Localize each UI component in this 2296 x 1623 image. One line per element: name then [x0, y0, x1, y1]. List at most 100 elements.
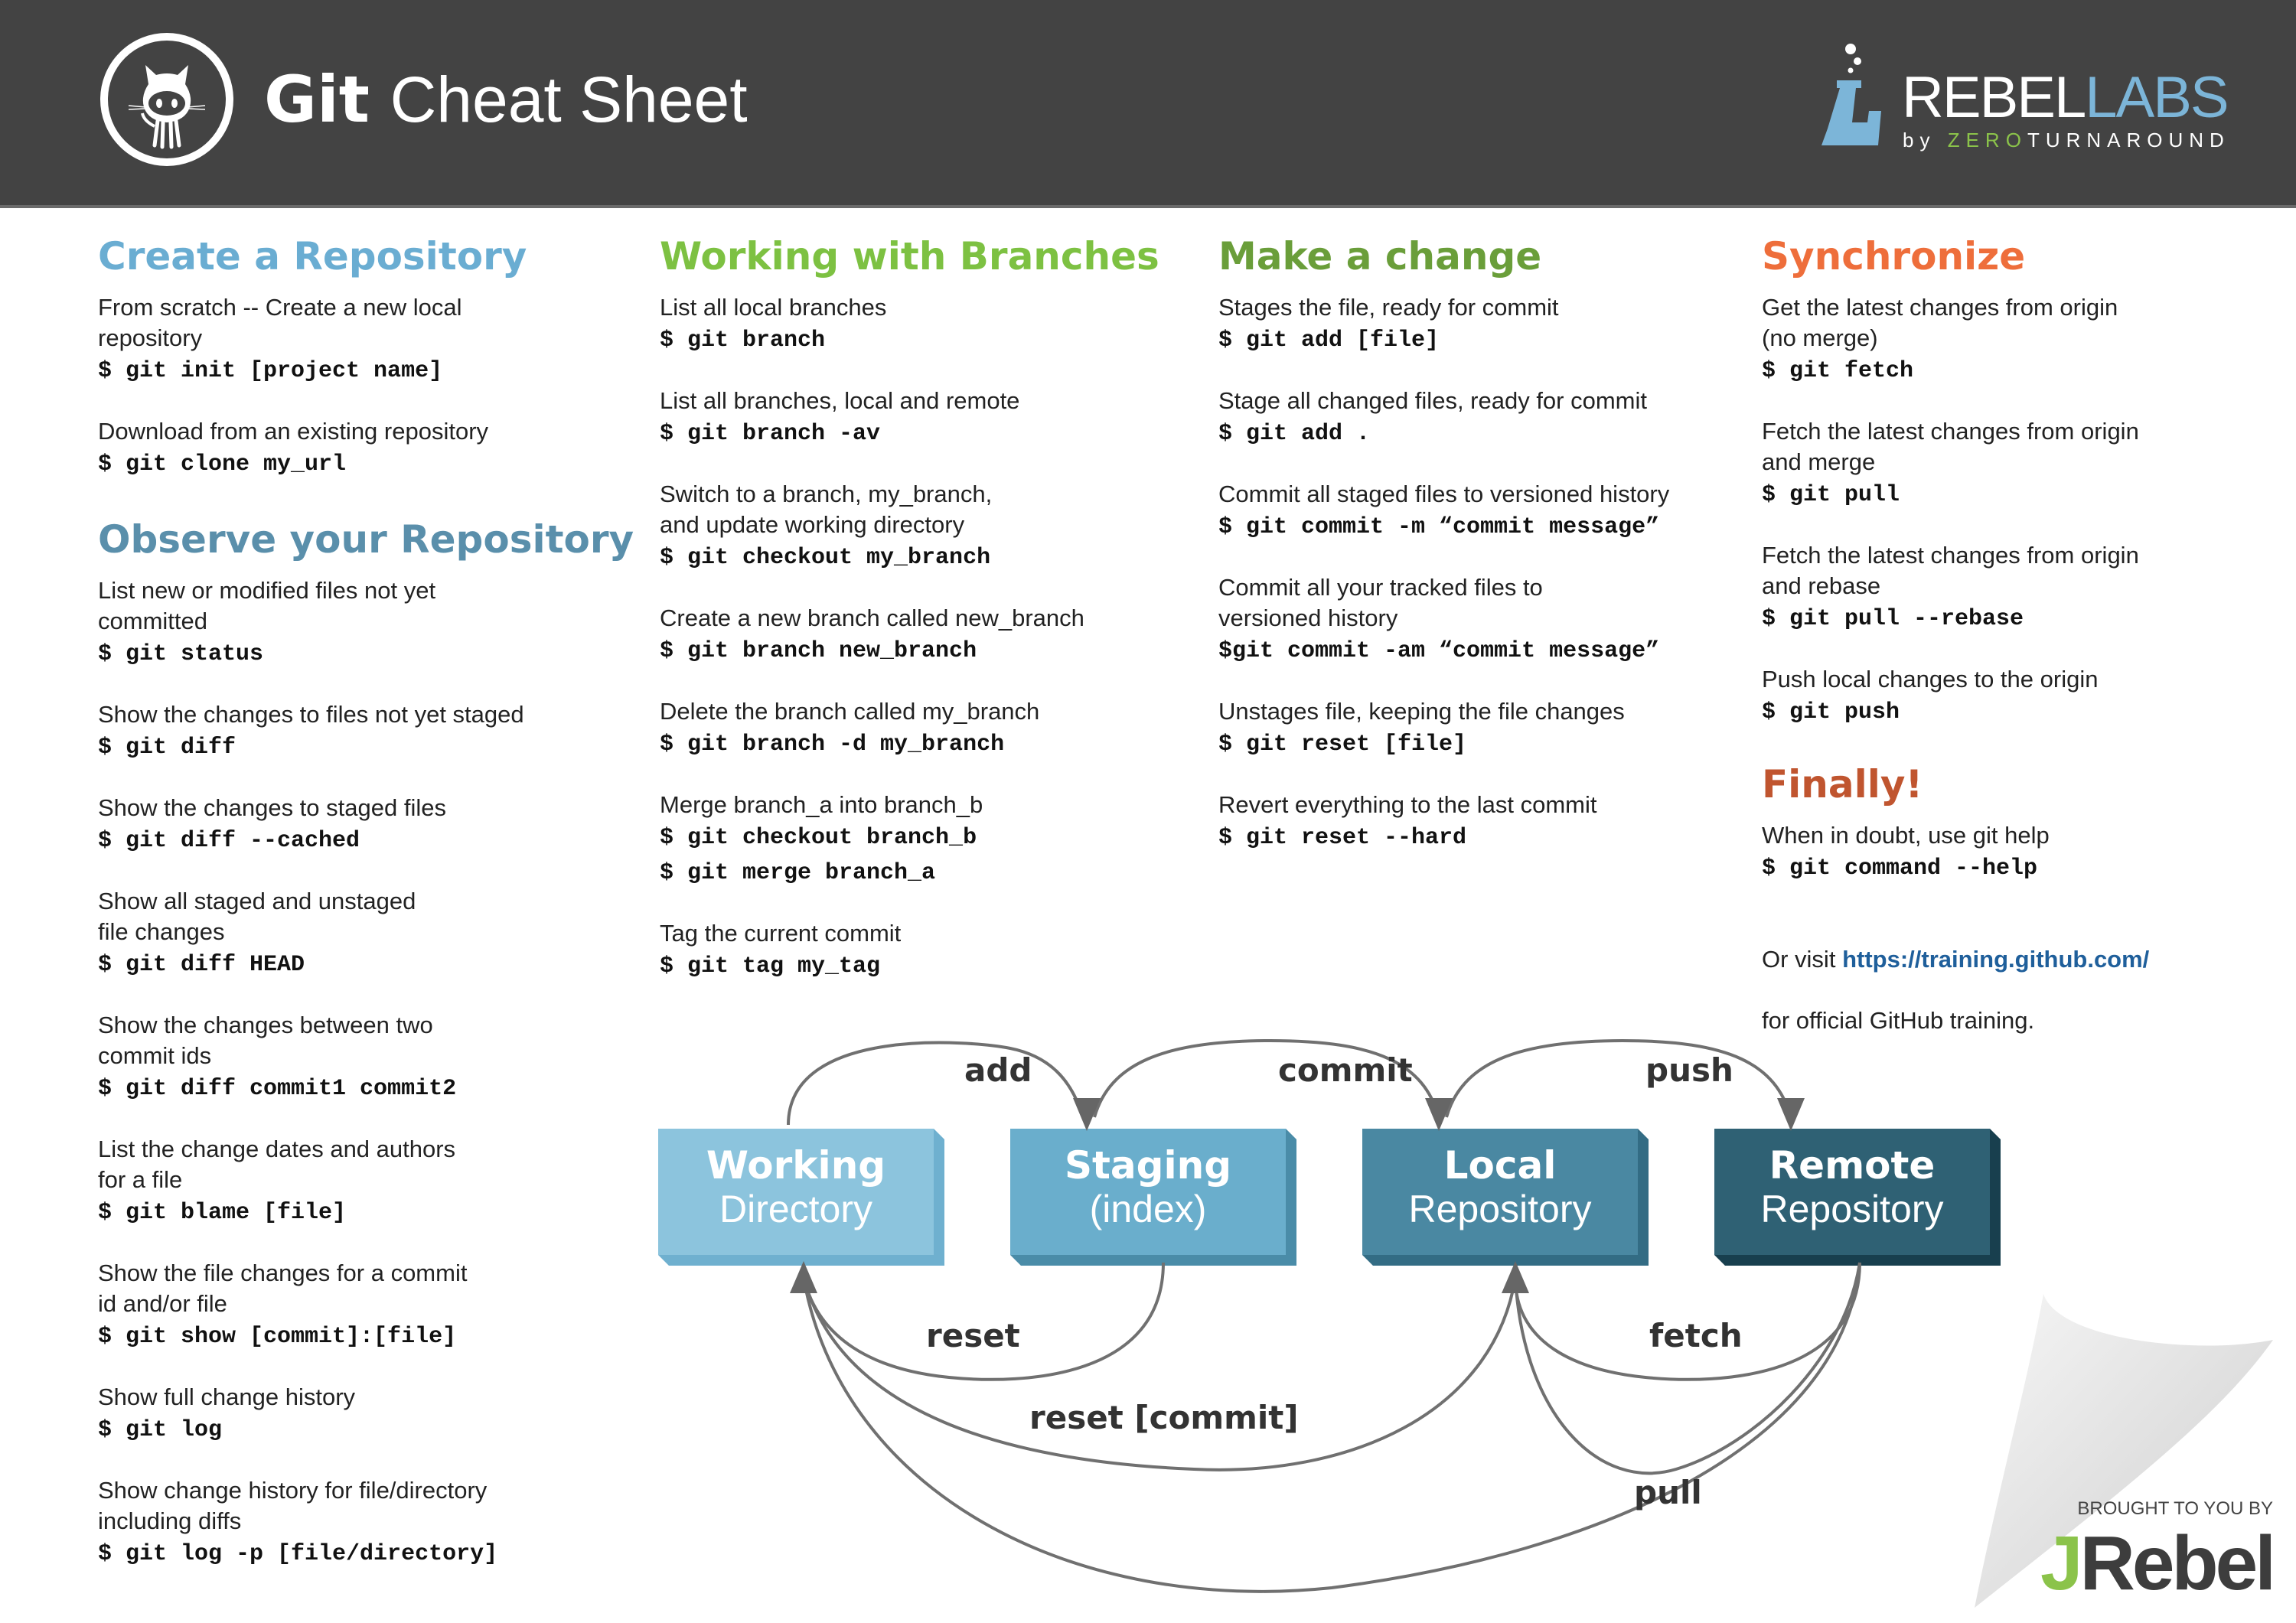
entry-command: $ git fetch	[1762, 358, 1914, 384]
box-working-directory: WorkingDirectory	[658, 1129, 944, 1266]
arrow-reset-commit	[802, 1277, 1517, 1471]
box-label-light: (index)	[1090, 1188, 1207, 1230]
entry-description: Show full change history	[98, 1383, 356, 1410]
entry-description: Unstages file, keeping the file changes	[1218, 698, 1625, 725]
box-local-repository: LocalRepository	[1362, 1129, 1649, 1266]
entry-command: $ git clone my_url	[98, 451, 347, 477]
entry-command: $ git reset [file]	[1218, 732, 1467, 758]
section-observe: Observe your Repository List new or modi…	[98, 513, 634, 1572]
entry-command: $ git log	[98, 1417, 223, 1443]
training-link[interactable]: https://training.github.com/	[1842, 946, 2149, 973]
section-title-branches: Working with Branches	[660, 234, 1159, 279]
entry-command: $ git branch -av	[660, 421, 881, 447]
entry: Fetch the latest changes from origin and…	[1762, 540, 2290, 637]
entry-description: Show the changes to staged files	[98, 794, 446, 821]
entry-command: $ git tag my_tag	[660, 953, 881, 979]
arrow-label-fetch: fetch	[1649, 1317, 1743, 1354]
section-title-change: Make a change	[1218, 234, 1542, 279]
entry: Show the changes between two commit ids $…	[98, 1010, 618, 1106]
entry-command: $git commit -am “commit message”	[1218, 638, 1660, 664]
entry-command: $ git merge branch_a	[660, 860, 936, 886]
arrow-add	[787, 1041, 1084, 1126]
brought-to-you-by: BROUGHT TO YOU BY	[2077, 1498, 2273, 1519]
column-3: Make a change Stages the file, ready for…	[1218, 230, 1754, 883]
entry-description: Fetch the latest changes from origin and…	[1762, 542, 2139, 599]
entry-command: $ git branch	[660, 328, 826, 354]
entry-command: $ git checkout my_branch	[660, 545, 991, 571]
entry: When in doubt, use git help $ git comman…	[1762, 820, 2290, 886]
entry-command: $ git diff commit1 commit2	[98, 1076, 457, 1102]
entry-command: $ git pull --rebase	[1762, 606, 2024, 632]
entry-description: Show change history for file/directory i…	[98, 1477, 488, 1534]
entry-description: Create a new branch called new_branch	[660, 605, 1084, 631]
box-remote-repository: RemoteRepository	[1714, 1129, 2001, 1266]
entry-description: Commit all staged files to versioned his…	[1218, 481, 1670, 507]
entry-command: $ git checkout branch_b	[660, 825, 977, 851]
visit-prefix: Or visit	[1762, 946, 1843, 973]
entry: Push local changes to the origin $ git pu…	[1762, 664, 2290, 730]
entry-description: Push local changes to the origin	[1762, 666, 2099, 693]
arrow-fetch-branch	[1514, 1262, 1861, 1475]
entry-description: Get the latest changes from origin (no m…	[1762, 294, 2118, 351]
arrow-label-reset-commit: reset [commit]	[1029, 1399, 1299, 1436]
entry: Merge branch_a into branch_b $ git checko…	[660, 790, 1195, 891]
rebellabs-logo: REBELLABS by ZEROTURNAROUND	[1814, 38, 2229, 161]
entry: Create a new branch called new_branch $ g…	[660, 603, 1195, 669]
entry-command: $ git add .	[1218, 421, 1371, 447]
entry-description: List new or modified files not yet commi…	[98, 577, 436, 634]
entry: Fetch the latest changes from origin and…	[1762, 416, 2290, 513]
entry: Show all staged and unstaged file change…	[98, 886, 618, 983]
entry-description: List all branches, local and remote	[660, 387, 1020, 414]
entry: Delete the branch called my_branch $ git …	[660, 696, 1195, 762]
entry: Show the changes to staged files $ git di…	[98, 793, 618, 859]
entry: List new or modified files not yet commi…	[98, 575, 618, 672]
column-1: Create a Repository From scratch -- Crea…	[98, 230, 634, 1599]
entry: Stage all changed files, ready for commi…	[1218, 386, 1754, 451]
entry-description: Tag the current commit	[660, 920, 902, 947]
entry: Get the latest changes from origin (no m…	[1762, 292, 2290, 389]
box-staging-index: Staging(index)	[1010, 1129, 1296, 1266]
git-workflow-diagram: WorkingDirectory Staging(index) LocalRepos…	[658, 1038, 2001, 1593]
header-bar: Git Cheat Sheet REBELLABS by ZEROTURNARO…	[0, 0, 2296, 208]
entry-command: $ git diff --cached	[98, 828, 360, 854]
arrow-label-reset: reset	[926, 1317, 1020, 1354]
arrow-label-push: push	[1645, 1051, 1733, 1089]
section-title-observe: Observe your Repository	[98, 517, 634, 562]
entry: Commit all staged files to versioned his…	[1218, 479, 1754, 545]
column-2: Working with Branches List all local bra…	[660, 230, 1195, 1012]
page-title: Git Cheat Sheet	[264, 61, 748, 138]
arrowhead-working	[790, 1261, 817, 1293]
entry-command: $ git branch new_branch	[660, 638, 977, 664]
flask-icon	[1821, 44, 1881, 145]
entry-description: Fetch the latest changes from origin and…	[1762, 418, 2139, 475]
entry: Show the file changes for a commit id an…	[98, 1258, 618, 1354]
entry: Commit all your tracked files to version…	[1218, 572, 1754, 669]
entry: Unstages file, keeping the file changes $…	[1218, 696, 1754, 762]
entry-description: Show the file changes for a commit id an…	[98, 1260, 468, 1317]
entry: List the change dates and authors for a …	[98, 1134, 618, 1230]
entry-description: Show the changes to files not yet staged	[98, 701, 524, 728]
entry-description: Delete the branch called my_branch	[660, 698, 1040, 725]
entry: Switch to a branch, my_branch, and updat…	[660, 479, 1195, 575]
entry-description: List the change dates and authors for a …	[98, 1136, 456, 1193]
footer: BROUGHT TO YOU BY JRebel	[1967, 1263, 2276, 1608]
entry-description: List all local branches	[660, 294, 887, 321]
entry-command: $ git command --help	[1762, 855, 2038, 882]
entry-command: $ git pull	[1762, 482, 1900, 508]
entry-description: From scratch -- Create a new local repos…	[98, 294, 462, 351]
octocat-logo-icon	[100, 33, 233, 166]
section-branches: Working with Branches List all local bra…	[660, 230, 1195, 984]
box-label-light: Repository	[1409, 1188, 1592, 1230]
entry: Download from an existing repository $ gi…	[98, 416, 618, 482]
entry: Tag the current commit $ git tag my_tag	[660, 918, 1195, 984]
entry-command: $ git branch -d my_branch	[660, 732, 1005, 758]
arrowhead-push	[1777, 1098, 1805, 1131]
entry-command: $ git push	[1762, 699, 1900, 725]
box-label-bold: Staging	[1065, 1143, 1231, 1188]
rebellabs-name: REBELLABS	[1902, 65, 2229, 130]
entry-command: $ git show [commit]:[file]	[98, 1324, 457, 1350]
box-label-bold: Working	[706, 1143, 885, 1188]
box-label-bold: Remote	[1769, 1143, 1936, 1188]
section-finally: Finally! When in doubt, use git help $ g…	[1762, 758, 2290, 1036]
entry-command: $ git diff HEAD	[98, 952, 305, 978]
